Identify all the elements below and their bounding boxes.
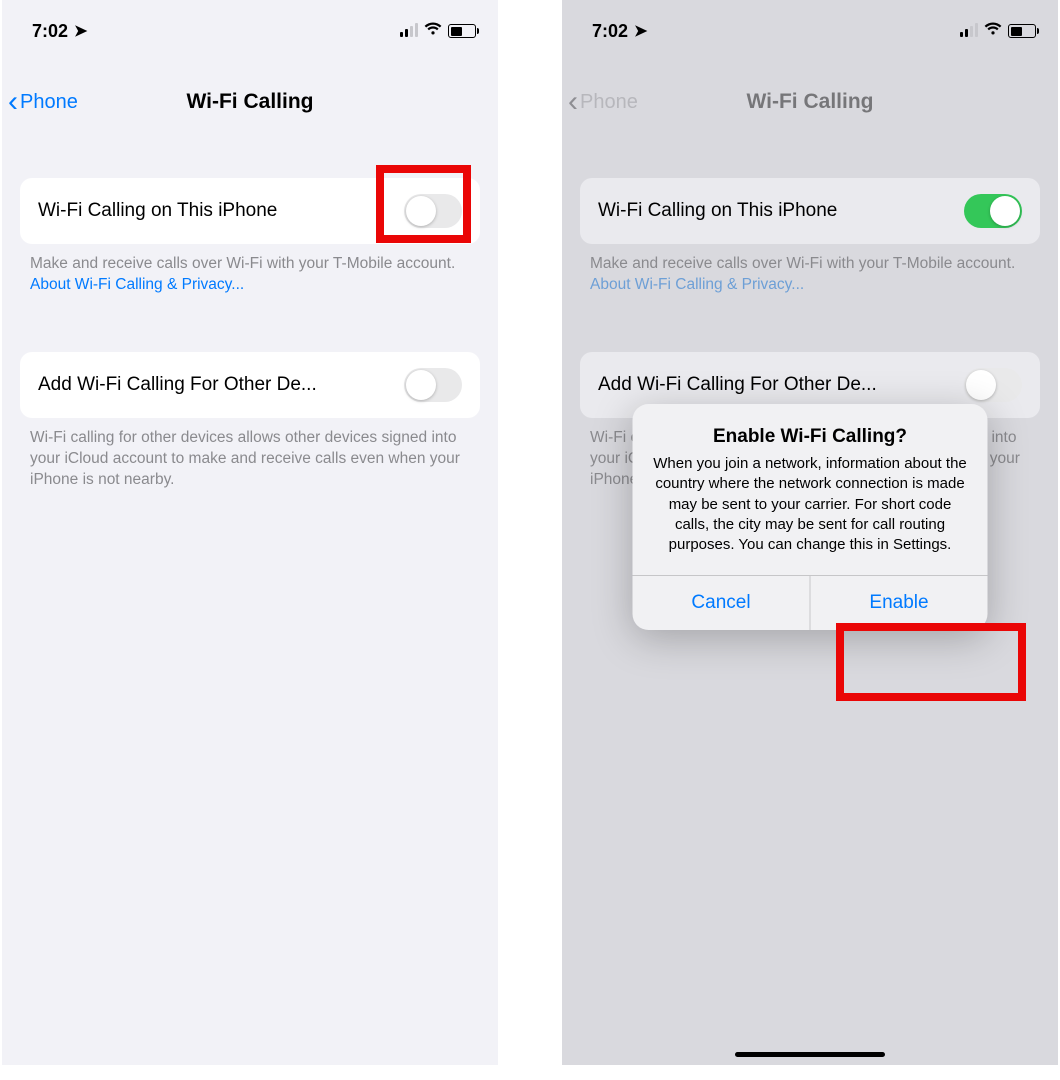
toggle-wifi-calling-this-iphone[interactable] — [964, 194, 1022, 228]
row-label: Add Wi-Fi Calling For Other De... — [38, 374, 317, 396]
footer-this-iphone: Make and receive calls over Wi-Fi with y… — [2, 244, 498, 296]
phone-screen-left: 7:02 ➤ ‹ Phone Wi-Fi Calling Wi-Fi Calli… — [2, 0, 498, 1065]
toggle-wifi-calling-other-devices[interactable] — [964, 368, 1022, 402]
battery-icon — [1008, 24, 1036, 38]
clock: 7:02 — [592, 21, 628, 42]
wifi-icon — [424, 22, 442, 41]
alert-title: Enable Wi-Fi Calling? — [633, 404, 988, 454]
row-wifi-calling-this-iphone[interactable]: Wi-Fi Calling on This iPhone — [580, 178, 1040, 244]
clock: 7:02 — [32, 21, 68, 42]
status-bar: 7:02 ➤ — [562, 0, 1058, 48]
status-left: 7:02 ➤ — [32, 21, 87, 42]
home-indicator[interactable] — [735, 1052, 885, 1057]
row-wifi-calling-this-iphone[interactable]: Wi-Fi Calling on This iPhone — [20, 178, 480, 244]
alert-body: When you join a network, information abo… — [633, 454, 988, 575]
status-right — [960, 22, 1036, 41]
status-left: 7:02 ➤ — [592, 21, 647, 42]
phone-screen-right: 7:02 ➤ ‹ Phone Wi-Fi Calling Wi-Fi Calli… — [562, 0, 1058, 1065]
nav-bar: ‹ Phone Wi-Fi Calling — [2, 74, 498, 130]
row-label: Wi-Fi Calling on This iPhone — [38, 200, 277, 222]
toggle-wifi-calling-other-devices[interactable] — [404, 368, 462, 402]
nav-bar: ‹ Phone Wi-Fi Calling — [562, 74, 1058, 130]
chevron-left-icon: ‹ — [8, 87, 18, 117]
row-label: Wi-Fi Calling on This iPhone — [598, 200, 837, 222]
status-right — [400, 22, 476, 41]
alert-buttons: Cancel Enable — [633, 575, 988, 630]
cancel-button[interactable]: Cancel — [633, 576, 810, 630]
page-title: Wi-Fi Calling — [562, 90, 1058, 114]
toggle-wifi-calling-this-iphone[interactable] — [404, 194, 462, 228]
cellular-icon — [400, 25, 418, 37]
footer-text-a: Make and receive calls over Wi-Fi with y… — [30, 255, 455, 272]
row-label: Add Wi-Fi Calling For Other De... — [598, 374, 877, 396]
wifi-icon — [984, 22, 1002, 41]
footer-other-devices: Wi-Fi calling for other devices allows o… — [2, 418, 498, 491]
back-label: Phone — [20, 91, 78, 114]
about-privacy-link[interactable]: About Wi-Fi Calling & Privacy... — [590, 276, 804, 293]
row-wifi-calling-other-devices[interactable]: Add Wi-Fi Calling For Other De... — [20, 352, 480, 418]
battery-icon — [448, 24, 476, 38]
location-icon: ➤ — [74, 21, 87, 41]
settings-content: Wi-Fi Calling on This iPhone Make and re… — [2, 130, 498, 491]
status-bar: 7:02 ➤ — [2, 0, 498, 48]
footer-this-iphone: Make and receive calls over Wi-Fi with y… — [562, 244, 1058, 296]
footer-text-a: Make and receive calls over Wi-Fi with y… — [590, 255, 1015, 272]
cellular-icon — [960, 25, 978, 37]
back-button[interactable]: ‹ Phone — [8, 87, 78, 117]
screenshot-pair: 7:02 ➤ ‹ Phone Wi-Fi Calling Wi-Fi Calli… — [0, 0, 1060, 1080]
alert-enable-wifi-calling: Enable Wi-Fi Calling? When you join a ne… — [633, 404, 988, 630]
enable-button[interactable]: Enable — [810, 576, 988, 630]
location-icon: ➤ — [634, 21, 647, 41]
about-privacy-link[interactable]: About Wi-Fi Calling & Privacy... — [30, 276, 244, 293]
